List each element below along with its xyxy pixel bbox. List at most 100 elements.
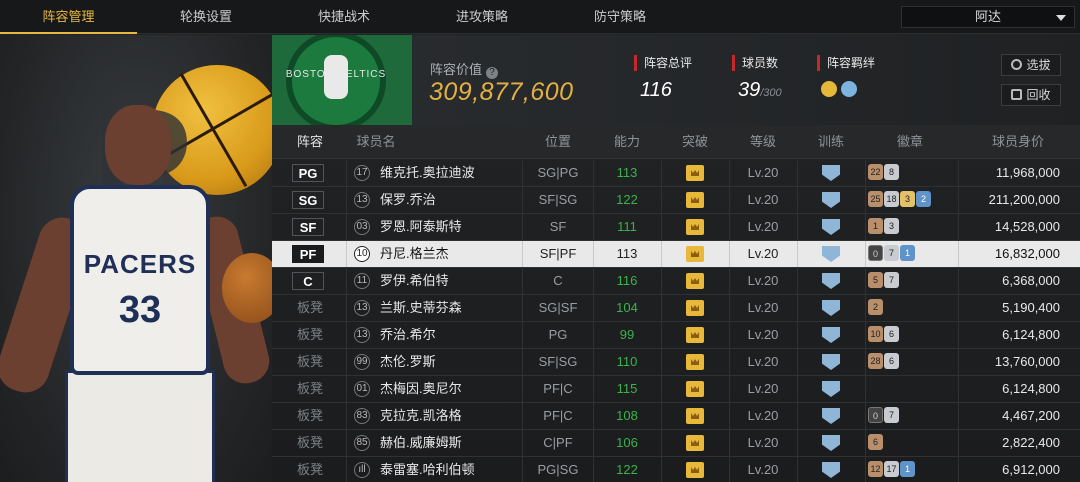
- player-level: Lv.20: [747, 165, 779, 180]
- player-level: Lv.20: [747, 381, 779, 396]
- player-name[interactable]: 保罗.乔治: [380, 187, 436, 213]
- training-shield-icon[interactable]: [822, 408, 840, 424]
- jersey-number-badge: 13: [354, 327, 370, 343]
- table-row[interactable]: PG 17 维克托.奥拉迪波 SG|PG 113 Lv.20 22 8 11,968,000: [272, 160, 1080, 187]
- column-divider: [865, 214, 866, 240]
- column-divider: [346, 430, 347, 456]
- player-position: C: [553, 273, 563, 288]
- player-ability: 122: [616, 462, 638, 477]
- training-shield-icon[interactable]: [822, 354, 840, 370]
- table-row[interactable]: 板凳 ıll 泰雷塞.哈利伯顿 PG|SG 122 Lv.20 12 17 1 6,912,000: [272, 457, 1080, 482]
- badge-list: 57: [868, 272, 900, 290]
- badge-count: 18: [884, 191, 899, 207]
- player-name[interactable]: 罗恩.阿泰斯特: [380, 214, 462, 240]
- training-shield-icon[interactable]: [822, 165, 840, 181]
- breakthrough-crown-icon[interactable]: [686, 219, 704, 235]
- breakthrough-crown-icon[interactable]: [686, 327, 704, 343]
- tab-defense[interactable]: 防守策略: [551, 0, 689, 34]
- player-name[interactable]: 杰伦.罗斯: [380, 349, 436, 375]
- column-divider: [865, 430, 866, 456]
- badge-count: 17: [884, 461, 899, 477]
- jersey-number-badge: 10: [354, 246, 370, 262]
- breakthrough-crown-icon[interactable]: [686, 300, 704, 316]
- tab-rotation[interactable]: 轮换设置: [137, 0, 275, 34]
- column-divider: [346, 322, 347, 348]
- training-shield-icon[interactable]: [822, 246, 840, 262]
- player-name[interactable]: 乔治.希尔: [380, 322, 436, 348]
- badge-list: 2: [868, 299, 884, 317]
- training-shield-icon[interactable]: [822, 462, 840, 478]
- player-ability: 106: [616, 435, 638, 450]
- bond-blue-icon[interactable]: [841, 81, 857, 97]
- badge-count: 22: [868, 164, 883, 180]
- breakthrough-crown-icon[interactable]: [686, 381, 704, 397]
- table-row[interactable]: 板凳 83 克拉克.凯洛格 PF|C 108 Lv.20 0 7 4,467,200: [272, 403, 1080, 430]
- player-name[interactable]: 赫伯.威廉姆斯: [380, 430, 462, 456]
- col-position: 位置: [544, 134, 571, 149]
- player-portrait-panel: P PACERS 33: [0, 35, 272, 482]
- breakthrough-crown-icon[interactable]: [686, 246, 704, 262]
- breakthrough-crown-icon[interactable]: [686, 354, 704, 370]
- player-name[interactable]: 丹尼.格兰杰: [380, 241, 449, 267]
- bench-label: 板凳: [296, 435, 323, 450]
- player-name[interactable]: 兰斯.史蒂芬森: [380, 295, 462, 321]
- training-shield-icon[interactable]: [822, 192, 840, 208]
- breakthrough-crown-icon[interactable]: [686, 435, 704, 451]
- breakthrough-crown-icon[interactable]: [686, 165, 704, 181]
- player-level: Lv.20: [747, 435, 779, 450]
- player-name[interactable]: 泰雷塞.哈利伯顿: [380, 457, 475, 482]
- training-shield-icon[interactable]: [822, 273, 840, 289]
- tab-quick-tactics[interactable]: 快捷战术: [275, 0, 413, 34]
- player-position: SF|PF: [539, 246, 577, 261]
- table-row[interactable]: 板凳 85 赫伯.威廉姆斯 C|PF 106 Lv.20 6 2,822,400: [272, 430, 1080, 457]
- team-dropdown[interactable]: 阿达: [901, 6, 1075, 28]
- jersey-number-badge: 01: [354, 381, 370, 397]
- recycle-button[interactable]: 回收: [1001, 84, 1061, 106]
- table-row[interactable]: C 11 罗伊.希伯特 C 116 Lv.20 5 7 6,368,000: [272, 268, 1080, 295]
- player-name[interactable]: 罗伊.希伯特: [380, 268, 449, 294]
- training-shield-icon[interactable]: [822, 300, 840, 316]
- tab-offense[interactable]: 进攻策略: [413, 0, 551, 34]
- bench-label: 板凳: [296, 462, 323, 477]
- breakthrough-crown-icon[interactable]: [686, 462, 704, 478]
- jersey-number-badge: 83: [354, 408, 370, 424]
- table-row[interactable]: 板凳 13 乔治.希尔 PG 99 Lv.20 10 6 6,124,800: [272, 322, 1080, 349]
- table-row[interactable]: 板凳 13 兰斯.史蒂芬森 SG|SF 104 Lv.20 2 5,190,400: [272, 295, 1080, 322]
- column-divider: [661, 430, 662, 456]
- training-shield-icon[interactable]: [822, 381, 840, 397]
- breakthrough-crown-icon[interactable]: [686, 273, 704, 289]
- table-row[interactable]: SG 13 保罗.乔治 SF|SG 122 Lv.20 25 18 3 2 211,200,000: [272, 187, 1080, 214]
- training-shield-icon[interactable]: [822, 327, 840, 343]
- select-button[interactable]: 选拔: [1001, 54, 1061, 76]
- column-divider: [958, 403, 959, 429]
- table-row[interactable]: SF 03 罗恩.阿泰斯特 SF 111 Lv.20 1 3 14,528,000: [272, 214, 1080, 241]
- badge-count: 6: [868, 434, 883, 450]
- badge-list: 07: [868, 407, 900, 425]
- player-count-stat: 球员数 39/300: [732, 55, 812, 115]
- training-shield-icon[interactable]: [822, 435, 840, 451]
- table-row[interactable]: PF 10 丹尼.格兰杰 SF|PF 113 Lv.20 0 7 1 16,832,000: [272, 241, 1080, 268]
- jersey-number-badge: 99: [354, 354, 370, 370]
- player-name[interactable]: 维克托.奥拉迪波: [380, 160, 475, 186]
- breakthrough-crown-icon[interactable]: [686, 192, 704, 208]
- player-salary: 14,528,000: [994, 219, 1060, 234]
- player-name[interactable]: 杰梅因.奥尼尔: [380, 376, 462, 402]
- player-name[interactable]: 克拉克.凯洛格: [380, 403, 462, 429]
- player-ability: 99: [619, 327, 635, 342]
- player-ability: 110: [616, 354, 638, 369]
- badge-count: 6: [884, 326, 899, 342]
- column-divider: [797, 187, 798, 213]
- table-row[interactable]: 板凳 01 杰梅因.奥尼尔 PF|C 115 Lv.20 6,124,800: [272, 376, 1080, 403]
- player-position: PG|SG: [537, 462, 579, 477]
- player-salary: 211,200,000: [988, 192, 1060, 207]
- table-row[interactable]: 板凳 99 杰伦.罗斯 SF|SG 110 Lv.20 28 6 13,760,000: [272, 349, 1080, 376]
- player-position: SF: [549, 219, 567, 234]
- bond-gold-icon[interactable]: [821, 81, 837, 97]
- badge-count: 6: [884, 353, 899, 369]
- lineup-value: 309,877,600: [429, 78, 574, 106]
- badge-count: 0: [868, 407, 883, 423]
- training-shield-icon[interactable]: [822, 219, 840, 235]
- breakthrough-crown-icon[interactable]: [686, 408, 704, 424]
- tab-lineup[interactable]: 阵容管理: [0, 0, 137, 34]
- player-ability: 113: [616, 165, 638, 180]
